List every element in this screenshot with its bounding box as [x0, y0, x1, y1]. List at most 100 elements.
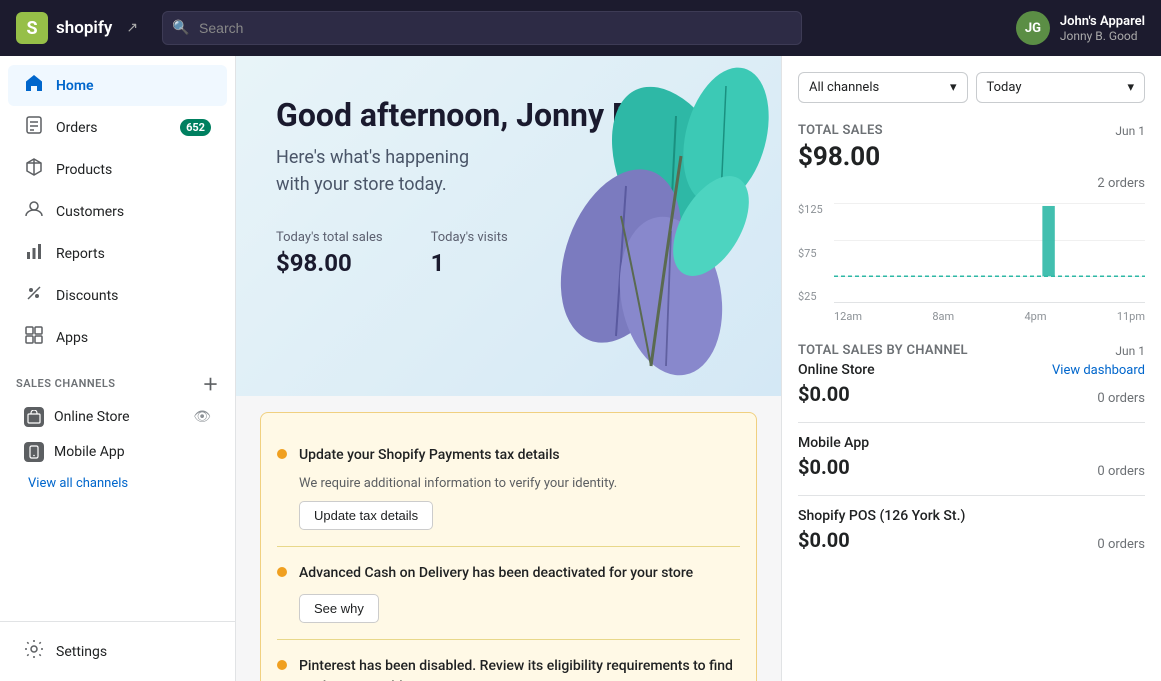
channel-divider-1: [798, 422, 1145, 423]
hero-stats: Today's total sales $98.00 Today's visit…: [276, 230, 741, 277]
view-all-channels-link[interactable]: View all channels: [0, 470, 235, 499]
notification-content-3: Pinterest has been disabled. Review its …: [299, 656, 740, 681]
user-name: John's Apparel: [1060, 14, 1145, 29]
content-area: Good afternoon, Jonny B.. Here's what's …: [236, 56, 781, 681]
see-why-button[interactable]: See why: [299, 594, 379, 623]
sidebar-item-mobile-app[interactable]: Mobile App: [8, 435, 227, 469]
notification-dot: [277, 449, 287, 459]
notification-sub-1: We require additional information to ver…: [299, 476, 617, 491]
sidebar-nav: Home Orders 652 Products: [0, 56, 235, 621]
chart-y-label-75: $75: [798, 247, 823, 260]
sales-by-channel-section: TOTAL SALES BY CHANNEL Jun 1 Online Stor…: [798, 343, 1145, 552]
hero-stat-sales: Today's total sales $98.00: [276, 230, 383, 277]
chart-x-12am: 12am: [834, 310, 862, 323]
sales-by-channel-header: TOTAL SALES BY CHANNEL Jun 1: [798, 343, 1145, 358]
hero-subtitle: Here's what's happening with your store …: [276, 144, 741, 198]
sidebar-item-orders[interactable]: Orders 652: [8, 107, 227, 148]
settings-label: Settings: [56, 644, 107, 660]
total-sales-title: TOTAL SALES: [798, 123, 883, 138]
sidebar-item-customers[interactable]: Customers: [8, 191, 227, 232]
sidebar-label-apps: Apps: [56, 330, 88, 346]
sales-chart: $125 $75 $25: [798, 203, 1145, 323]
online-store-amount: $0.00: [798, 382, 850, 406]
sidebar: Home Orders 652 Products: [0, 56, 236, 681]
hero-section: Good afternoon, Jonny B.. Here's what's …: [236, 56, 781, 396]
chart-y-labels: $125 $75 $25: [798, 203, 823, 303]
main-area: Good afternoon, Jonny B.. Here's what's …: [236, 56, 1161, 681]
chart-y-label-25: $25: [798, 290, 823, 303]
chevron-down-icon-2: ▾: [1127, 80, 1134, 95]
mobile-app-orders: 0 orders: [1097, 464, 1145, 479]
chart-x-8am: 8am: [932, 310, 954, 323]
view-dashboard-link[interactable]: View dashboard: [1052, 363, 1145, 378]
notification-3: Pinterest has been disabled. Review its …: [277, 640, 740, 681]
sales-by-channel-date: Jun 1: [1115, 344, 1145, 358]
channel-divider-2: [798, 495, 1145, 496]
shopify-bag-icon: S: [16, 12, 48, 44]
chart-area: [834, 203, 1145, 303]
sidebar-bottom: Settings: [0, 621, 235, 681]
chart-x-11pm: 11pm: [1117, 310, 1145, 323]
orders-icon: [24, 115, 44, 140]
topnav-right: JG John's Apparel Jonny B. Good: [1016, 11, 1145, 45]
total-sales-orders: 2 orders: [798, 176, 1145, 191]
total-sales-amount: $98.00: [798, 142, 1145, 172]
sidebar-item-reports[interactable]: Reports: [8, 233, 227, 274]
sidebar-label-reports: Reports: [56, 246, 105, 262]
mobile-app-label: Mobile App: [54, 444, 125, 460]
notification-dot-3: [277, 660, 287, 670]
notification-title-1: Update your Shopify Payments tax details: [299, 445, 617, 466]
chart-x-labels: 12am 8am 4pm 11pm: [834, 310, 1145, 323]
total-sales-date: Jun 1: [1115, 124, 1145, 138]
user-info: John's Apparel Jonny B. Good: [1060, 14, 1145, 43]
sidebar-item-home[interactable]: Home: [8, 65, 227, 106]
sidebar-item-products[interactable]: Products: [8, 149, 227, 190]
discounts-icon: [24, 283, 44, 308]
chevron-down-icon: ▾: [950, 80, 957, 95]
channel-filter-select[interactable]: All channels ▾: [798, 72, 968, 103]
date-filter-select[interactable]: Today ▾: [976, 72, 1146, 103]
chart-svg: [834, 203, 1145, 302]
channel-row-online-store-header: Online Store View dashboard: [798, 362, 1145, 378]
visibility-icon: 👁: [193, 409, 211, 425]
sidebar-label-discounts: Discounts: [56, 288, 118, 304]
right-panel: All channels ▾ Today ▾ TOTAL SALES Jun 1…: [781, 56, 1161, 681]
mobile-app-icon: [24, 442, 44, 462]
search-container: 🔍: [162, 11, 802, 45]
notifications-card: Update your Shopify Payments tax details…: [260, 412, 757, 681]
shopify-pos-orders: 0 orders: [1097, 537, 1145, 552]
apps-icon: [24, 325, 44, 350]
chart-x-4pm: 4pm: [1024, 310, 1046, 323]
total-sales-section: TOTAL SALES Jun 1 $98.00 2 orders $125 $…: [798, 123, 1145, 323]
channel-row-mobile-app-header: Mobile App: [798, 435, 1145, 451]
shopify-wordmark: shopify: [56, 18, 112, 38]
sales-by-channel-title: TOTAL SALES BY CHANNEL: [798, 343, 968, 358]
notification-content-1: Update your Shopify Payments tax details…: [299, 445, 617, 530]
sidebar-label-customers: Customers: [56, 204, 124, 220]
avatar[interactable]: JG: [1016, 11, 1050, 45]
mobile-app-amount: $0.00: [798, 455, 850, 479]
notification-2: Advanced Cash on Delivery has been deact…: [277, 547, 740, 640]
sidebar-item-settings[interactable]: Settings: [8, 631, 227, 672]
sidebar-item-apps[interactable]: Apps: [8, 317, 227, 358]
update-tax-button[interactable]: Update tax details: [299, 501, 433, 530]
notification-title-3: Pinterest has been disabled. Review its …: [299, 656, 740, 681]
sidebar-label-orders: Orders: [56, 120, 98, 136]
orders-badge: 652: [180, 119, 211, 136]
sales-channels-title: SALES CHANNELS ＋: [0, 359, 235, 399]
home-icon: [24, 73, 44, 98]
sidebar-item-online-store[interactable]: Online Store 👁: [8, 400, 227, 434]
sidebar-item-discounts[interactable]: Discounts: [8, 275, 227, 316]
external-link-icon[interactable]: ↗: [126, 20, 138, 36]
notification-1: Update your Shopify Payments tax details…: [277, 429, 740, 547]
channel-row-shopify-pos: Shopify POS (126 York St.) $0.00 0 order…: [798, 508, 1145, 552]
add-channel-button[interactable]: ＋: [202, 371, 219, 395]
products-icon: [24, 157, 44, 182]
logo[interactable]: S shopify: [16, 12, 112, 44]
search-input[interactable]: [162, 11, 802, 45]
reports-icon: [24, 241, 44, 266]
channel-online-store-name: Online Store: [798, 362, 875, 378]
sidebar-label-products: Products: [56, 162, 112, 178]
settings-icon: [24, 639, 44, 664]
rp-filters: All channels ▾ Today ▾: [798, 72, 1145, 103]
